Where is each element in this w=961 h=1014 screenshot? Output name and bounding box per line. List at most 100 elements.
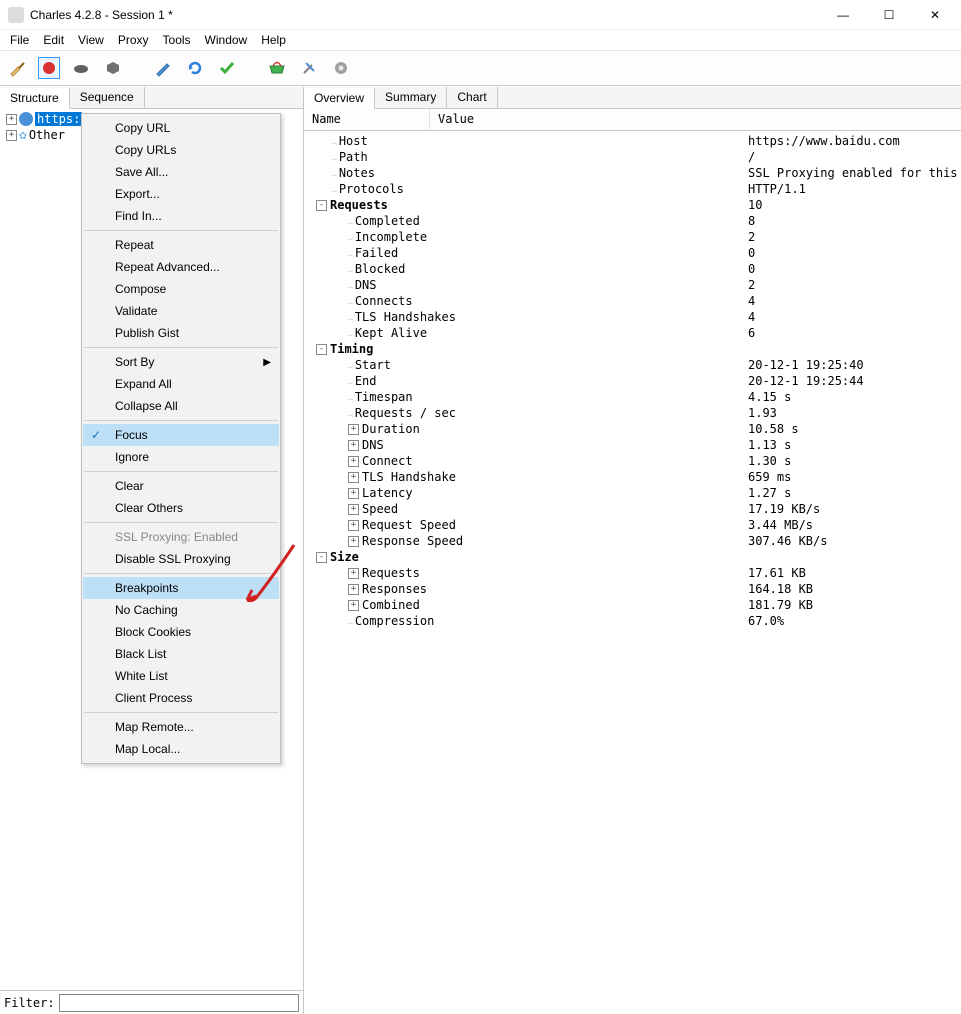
tab-chart[interactable]: Chart xyxy=(447,87,497,108)
ctx-client-process[interactable]: Client Process xyxy=(83,687,279,709)
plus-icon[interactable]: + xyxy=(348,440,359,451)
filter-input[interactable] xyxy=(59,994,299,1012)
overview-row[interactable]: +Speed17.19 KB/s xyxy=(308,501,957,517)
overview-row[interactable]: +DNS1.13 s xyxy=(308,437,957,453)
ctx-sort-by[interactable]: Sort By▶ xyxy=(83,351,279,373)
plus-icon[interactable]: + xyxy=(348,536,359,547)
ctx-repeat[interactable]: Repeat xyxy=(83,234,279,256)
tab-structure[interactable]: Structure xyxy=(0,88,70,109)
overview-row[interactable]: +Responses164.18 KB xyxy=(308,581,957,597)
plus-icon[interactable]: + xyxy=(348,504,359,515)
ctx-map-local[interactable]: Map Local... xyxy=(83,738,279,760)
overview-row[interactable]: …End20-12-1 19:25:44 xyxy=(308,373,957,389)
overview-row[interactable]: …TLS Handshakes4 xyxy=(308,309,957,325)
tab-summary[interactable]: Summary xyxy=(375,87,447,108)
ctx-clear-others[interactable]: Clear Others xyxy=(83,497,279,519)
hexagon-icon[interactable] xyxy=(102,57,124,79)
col-name[interactable]: Name xyxy=(304,109,430,130)
overview-row[interactable]: …Hosthttps://www.baidu.com xyxy=(308,133,957,149)
ctx-save-all[interactable]: Save All... xyxy=(83,161,279,183)
overview-row[interactable]: +Combined181.79 KB xyxy=(308,597,957,613)
ctx-export[interactable]: Export... xyxy=(83,183,279,205)
refresh-icon[interactable] xyxy=(184,57,206,79)
plus-icon[interactable]: + xyxy=(348,568,359,579)
menu-proxy[interactable]: Proxy xyxy=(112,31,155,49)
overview-row[interactable]: …Blocked0 xyxy=(308,261,957,277)
close-button[interactable]: ✕ xyxy=(921,8,949,22)
overview-row[interactable]: +Response Speed307.46 KB/s xyxy=(308,533,957,549)
overview-row[interactable]: +Requests17.61 KB xyxy=(308,565,957,581)
overview-row[interactable]: -Requests10 xyxy=(308,197,957,213)
minimize-button[interactable]: — xyxy=(829,8,857,22)
menu-window[interactable]: Window xyxy=(199,31,254,49)
ctx-compose[interactable]: Compose xyxy=(83,278,279,300)
turtle-icon[interactable] xyxy=(70,57,92,79)
overview-row[interactable]: +TLS Handshake659 ms xyxy=(308,469,957,485)
plus-icon[interactable]: + xyxy=(348,488,359,499)
maximize-button[interactable]: ☐ xyxy=(875,8,903,22)
ctx-focus[interactable]: ✓Focus xyxy=(83,424,279,446)
overview-row[interactable]: …Failed0 xyxy=(308,245,957,261)
overview-row[interactable]: +Duration10.58 s xyxy=(308,421,957,437)
menu-file[interactable]: File xyxy=(4,31,35,49)
overview-row[interactable]: -Timing xyxy=(308,341,957,357)
plus-icon[interactable]: + xyxy=(348,520,359,531)
ctx-ignore[interactable]: Ignore xyxy=(83,446,279,468)
ctx-validate[interactable]: Validate xyxy=(83,300,279,322)
broom-icon[interactable] xyxy=(6,57,28,79)
overview-row[interactable]: …Path/ xyxy=(308,149,957,165)
overview-row[interactable]: …NotesSSL Proxying enabled for this host xyxy=(308,165,957,181)
ctx-expand-all[interactable]: Expand All xyxy=(83,373,279,395)
ctx-repeat-advanced[interactable]: Repeat Advanced... xyxy=(83,256,279,278)
ctx-white-list[interactable]: White List xyxy=(83,665,279,687)
ctx-find-in[interactable]: Find In... xyxy=(83,205,279,227)
minus-icon[interactable]: - xyxy=(316,552,327,563)
ctx-publish-gist[interactable]: Publish Gist xyxy=(83,322,279,344)
plus-icon[interactable]: + xyxy=(348,600,359,611)
ctx-copy-urls[interactable]: Copy URLs xyxy=(83,139,279,161)
basket-icon[interactable] xyxy=(266,57,288,79)
overview-row[interactable]: …Incomplete2 xyxy=(308,229,957,245)
plus-icon[interactable]: + xyxy=(348,424,359,435)
ctx-black-list[interactable]: Black List xyxy=(83,643,279,665)
tools-icon[interactable] xyxy=(298,57,320,79)
overview-row[interactable]: -Size xyxy=(308,549,957,565)
ctx-no-caching[interactable]: No Caching xyxy=(83,599,279,621)
overview-row[interactable]: +Connect1.30 s xyxy=(308,453,957,469)
overview-row[interactable]: …Compression67.0% xyxy=(308,613,957,629)
overview-row[interactable]: …Start20-12-1 19:25:40 xyxy=(308,357,957,373)
menu-help[interactable]: Help xyxy=(255,31,292,49)
plus-icon[interactable]: + xyxy=(6,130,17,141)
ctx-disable-ssl-proxying[interactable]: Disable SSL Proxying xyxy=(83,548,279,570)
col-value[interactable]: Value xyxy=(430,109,482,130)
ctx-block-cookies[interactable]: Block Cookies xyxy=(83,621,279,643)
record-icon[interactable] xyxy=(38,57,60,79)
tab-sequence[interactable]: Sequence xyxy=(70,87,145,108)
menu-view[interactable]: View xyxy=(72,31,110,49)
overview-row[interactable]: …Kept Alive6 xyxy=(308,325,957,341)
tab-overview[interactable]: Overview xyxy=(304,88,375,109)
check-icon[interactable] xyxy=(216,57,238,79)
overview-row[interactable]: …ProtocolsHTTP/1.1 xyxy=(308,181,957,197)
menu-edit[interactable]: Edit xyxy=(37,31,70,49)
overview-row[interactable]: …Connects4 xyxy=(308,293,957,309)
plus-icon[interactable]: + xyxy=(6,114,17,125)
minus-icon[interactable]: - xyxy=(316,344,327,355)
plus-icon[interactable]: + xyxy=(348,472,359,483)
overview-row[interactable]: …Requests / sec1.93 xyxy=(308,405,957,421)
overview-row[interactable]: …Timespan4.15 s xyxy=(308,389,957,405)
ctx-breakpoints[interactable]: Breakpoints xyxy=(83,577,279,599)
gear-icon[interactable] xyxy=(330,57,352,79)
ctx-clear[interactable]: Clear xyxy=(83,475,279,497)
plus-icon[interactable]: + xyxy=(348,584,359,595)
pencil-icon[interactable] xyxy=(152,57,174,79)
ctx-collapse-all[interactable]: Collapse All xyxy=(83,395,279,417)
plus-icon[interactable]: + xyxy=(348,456,359,467)
ctx-map-remote[interactable]: Map Remote... xyxy=(83,716,279,738)
menu-tools[interactable]: Tools xyxy=(157,31,197,49)
overview-row[interactable]: +Latency1.27 s xyxy=(308,485,957,501)
minus-icon[interactable]: - xyxy=(316,200,327,211)
overview-row[interactable]: …DNS2 xyxy=(308,277,957,293)
ctx-copy-url[interactable]: Copy URL xyxy=(83,117,279,139)
overview-row[interactable]: +Request Speed3.44 MB/s xyxy=(308,517,957,533)
